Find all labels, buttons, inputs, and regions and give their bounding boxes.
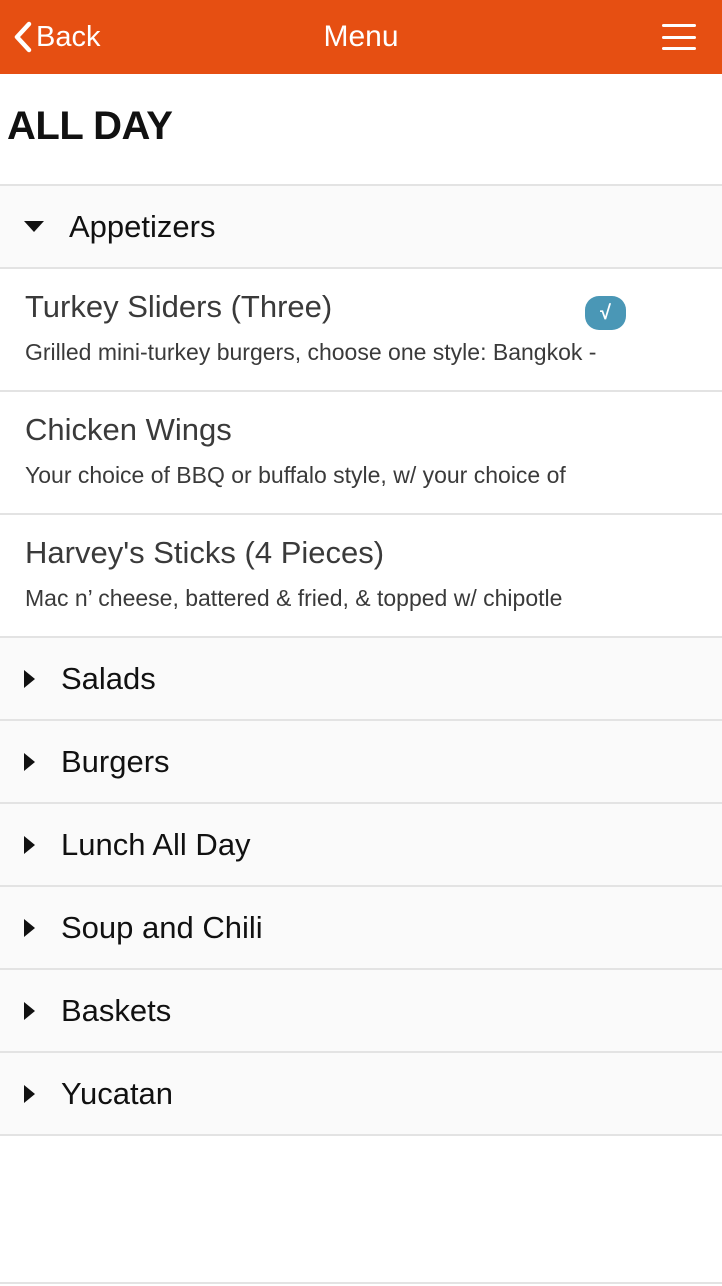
back-button[interactable]: Back xyxy=(10,0,100,74)
category-header-yucatan[interactable]: Yucatan xyxy=(0,1053,722,1136)
category-label: Yucatan xyxy=(61,1075,174,1111)
category-header-burgers[interactable]: Burgers xyxy=(0,721,722,804)
category-header-appetizers[interactable]: Appetizers xyxy=(0,186,722,269)
chevron-left-icon xyxy=(14,21,32,53)
category-header-lunch-all-day[interactable]: Lunch All Day xyxy=(0,804,722,887)
menu-bar xyxy=(662,35,696,39)
menu-bar xyxy=(662,47,696,50)
caret-right-icon xyxy=(24,752,35,771)
caret-right-icon xyxy=(24,835,35,854)
menu-item-description: Mac n’ cheese, battered & fried, & toppe… xyxy=(25,585,563,611)
back-label: Back xyxy=(36,20,101,53)
menu-item-name: Chicken Wings xyxy=(25,412,232,447)
menu-bar xyxy=(662,24,696,27)
category-header-soup-and-chili[interactable]: Soup and Chili xyxy=(0,887,722,970)
menu-item-name: Turkey Sliders (Three) xyxy=(25,289,333,324)
category-label: Baskets xyxy=(61,992,172,1028)
caret-right-icon xyxy=(24,669,35,688)
category-label: Appetizers xyxy=(69,208,216,244)
caret-right-icon xyxy=(24,1001,35,1020)
category-header-salads[interactable]: Salads xyxy=(0,638,722,721)
caret-right-icon xyxy=(24,918,35,937)
menu-item-harveys-sticks[interactable]: Harvey's Sticks (4 Pieces) Mac n’ cheese… xyxy=(0,515,722,638)
menu-item-turkey-sliders[interactable]: Turkey Sliders (Three) √ Grilled mini-tu… xyxy=(0,269,722,392)
checkmark-badge-icon: √ xyxy=(585,296,626,330)
category-label: Soup and Chili xyxy=(61,909,263,945)
caret-right-icon xyxy=(24,1084,35,1103)
caret-down-icon xyxy=(24,221,44,232)
page-header-title: Menu xyxy=(323,20,399,53)
category-label: Lunch All Day xyxy=(61,826,251,862)
hamburger-menu-icon[interactable] xyxy=(662,24,696,50)
top-navigation-bar: Back Menu xyxy=(0,0,722,74)
category-label: Burgers xyxy=(61,743,170,779)
menu-category-list: Appetizers Turkey Sliders (Three) √ Gril… xyxy=(0,184,722,1136)
footer-divider xyxy=(0,1282,722,1284)
category-header-baskets[interactable]: Baskets xyxy=(0,970,722,1053)
category-label: Salads xyxy=(61,660,156,696)
menu-item-description: Grilled mini-turkey burgers, choose one … xyxy=(25,339,597,365)
menu-item-description: Your choice of BBQ or buffalo style, w/ … xyxy=(25,462,566,488)
menu-item-chicken-wings[interactable]: Chicken Wings Your choice of BBQ or buff… xyxy=(0,392,722,515)
page-title: ALL DAY xyxy=(7,104,173,148)
menu-item-name: Harvey's Sticks (4 Pieces) xyxy=(25,535,385,570)
